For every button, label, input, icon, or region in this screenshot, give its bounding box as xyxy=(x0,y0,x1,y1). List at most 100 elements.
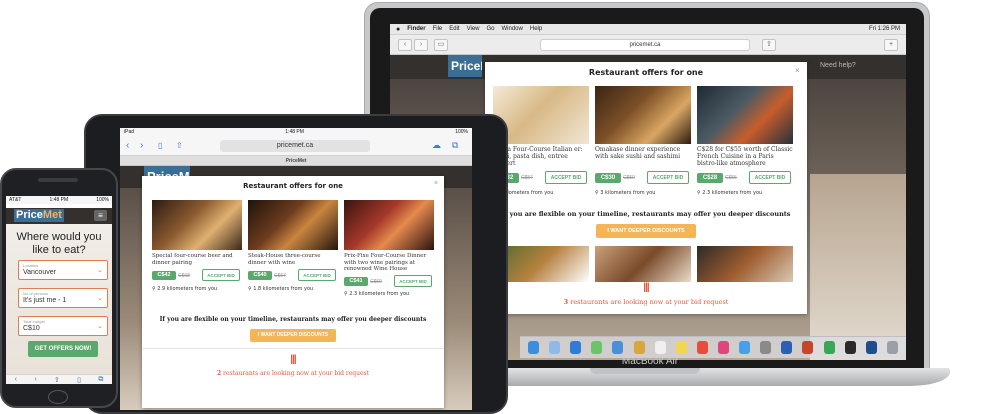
back-icon[interactable]: ‹ xyxy=(398,39,412,51)
contacts-icon[interactable] xyxy=(633,341,645,354)
hamburger-menu-icon[interactable]: ≡ xyxy=(94,210,107,221)
notes-icon[interactable] xyxy=(675,341,687,354)
apple-icon[interactable]: ● xyxy=(396,26,400,33)
forward-icon[interactable]: › xyxy=(34,376,36,383)
need-help-link[interactable]: Need help? xyxy=(820,62,856,69)
back-icon[interactable]: ‹ xyxy=(126,140,129,151)
site-logo[interactable]: PriceMet xyxy=(14,209,64,222)
bookmarks-icon[interactable]: ▯ xyxy=(158,141,162,150)
deeper-discounts-button[interactable]: I WANT DEEPER DISCOUNTS xyxy=(250,329,336,342)
chrome-icon[interactable] xyxy=(823,341,835,354)
budget-field[interactable]: Total budget C$10 ⌄ xyxy=(18,316,108,336)
modal-title: Restaurant offers for one xyxy=(243,182,343,190)
back-icon[interactable]: ‹ xyxy=(15,376,17,383)
offer-price-tag: C$41 xyxy=(344,277,368,286)
music-icon[interactable] xyxy=(718,341,730,354)
safari-bottom-bar: ‹ › ⇧ ▯ ⧉ xyxy=(6,374,112,384)
offer-photo[interactable] xyxy=(595,246,691,282)
offer-distance: ⚲ 3 kilometers from you xyxy=(595,190,656,196)
forward-icon[interactable]: › xyxy=(140,140,143,151)
mail-icon[interactable] xyxy=(612,341,624,354)
photoshop-icon[interactable] xyxy=(865,341,877,354)
offer-description: C$28 for C$55 worth of Classic French Cu… xyxy=(697,146,793,168)
new-tab-icon[interactable]: + xyxy=(884,39,898,51)
offer-distance: ⚲ 2.9 kilometers from you xyxy=(152,286,218,292)
offer-distance: ⚲ 2.3 kilometers from you xyxy=(344,291,410,297)
launchpad-icon[interactable] xyxy=(549,341,561,354)
tabs-icon[interactable]: ⧉ xyxy=(452,140,458,151)
forward-icon[interactable]: › xyxy=(414,39,428,51)
offer-photo[interactable] xyxy=(595,86,691,144)
offers-modal: Restaurant offers for one × l for a Four… xyxy=(485,62,807,314)
deeper-discounts-button[interactable]: I WANT DEEPER DISCOUNTS xyxy=(596,224,696,238)
mac-dock xyxy=(520,336,906,358)
menu-finder[interactable]: Finder xyxy=(407,26,425,32)
location-field[interactable]: Location Vancouver ⌄ xyxy=(18,260,108,280)
offer-photo[interactable] xyxy=(152,200,242,250)
word-icon[interactable] xyxy=(781,341,793,354)
accept-bid-button[interactable]: ACCEPT BID xyxy=(749,171,791,184)
bookmarks-icon[interactable]: ▯ xyxy=(77,376,81,384)
location-pin-icon: ⚲ xyxy=(344,291,348,297)
location-pin-icon: ⚲ xyxy=(248,286,252,292)
menu-edit[interactable]: Edit xyxy=(449,26,459,32)
tab-pricemet[interactable]: PriceMet xyxy=(120,156,472,166)
ipad-safari-toolbar: ‹ › ▯ ⇧ pricemet.ca ☁ ⧉ xyxy=(120,136,472,156)
offer-old-price: C$60 xyxy=(370,279,382,285)
offer-description: Prix-Fixe Four-Course Dinner with two wi… xyxy=(344,253,427,273)
site-logo[interactable]: PriceMet xyxy=(448,55,482,77)
menu-help[interactable]: Help xyxy=(530,26,542,32)
address-bar[interactable]: pricemet.ca xyxy=(220,140,370,152)
cloud-tabs-icon[interactable]: ☁ xyxy=(432,140,441,151)
offers-modal: Restaurant offers for one × Special four… xyxy=(142,176,444,408)
status-battery: 100% xyxy=(455,129,468,135)
home-button[interactable] xyxy=(48,390,68,404)
offer-price-tag: C$40 xyxy=(248,271,272,280)
close-icon[interactable]: × xyxy=(795,66,800,75)
trash-icon[interactable] xyxy=(886,341,898,354)
share-icon[interactable]: ⇧ xyxy=(762,39,776,51)
menu-view[interactable]: View xyxy=(467,26,480,32)
status-time: 1:48 PM xyxy=(285,129,304,135)
persons-field[interactable]: No of persons It's just me - 1 ⌄ xyxy=(18,288,108,308)
close-icon[interactable]: × xyxy=(434,180,438,187)
offer-price-tag: C$42 xyxy=(152,271,176,280)
finder-icon[interactable] xyxy=(528,341,540,354)
offer-old-price: C$68 xyxy=(178,273,190,279)
tabs-icon[interactable]: ⧉ xyxy=(98,376,103,384)
accept-bid-button[interactable]: ACCEPT BID xyxy=(298,269,336,281)
messages-icon[interactable] xyxy=(591,341,603,354)
app-store-icon[interactable] xyxy=(739,341,751,354)
phone-screen: AT&T 1:48 PM 100% PriceMet ≡ Where would… xyxy=(6,196,112,384)
offer-photo[interactable] xyxy=(697,246,793,282)
powerpoint-icon[interactable] xyxy=(802,341,814,354)
ipad-status-bar: iPad 1:48 PM 100% xyxy=(120,128,472,136)
accept-bid-button[interactable]: ACCEPT BID xyxy=(545,171,587,184)
sidebar-icon[interactable]: ▭ xyxy=(434,39,448,51)
calendar-icon[interactable] xyxy=(654,341,666,354)
menu-file[interactable]: File xyxy=(433,26,443,32)
safari-icon[interactable] xyxy=(570,341,582,354)
offer-photo[interactable] xyxy=(697,86,793,144)
accept-bid-button[interactable]: ACCEPT BID xyxy=(202,269,240,281)
phone-status-bar: AT&T 1:48 PM 100% xyxy=(6,196,112,204)
address-bar[interactable]: pricemet.ca xyxy=(540,39,750,51)
status-carrier: AT&T xyxy=(9,197,22,203)
hero-background-right xyxy=(810,174,906,360)
get-offers-button[interactable]: GET OFFERS NOW! xyxy=(28,341,98,357)
offer-price-tag: C$28 xyxy=(697,173,723,183)
offer-description: Special four-course beer and dinner pair… xyxy=(152,253,233,266)
menu-window[interactable]: Window xyxy=(502,26,523,32)
photos-icon[interactable] xyxy=(696,341,708,354)
offer-old-price: C$67 xyxy=(274,273,286,279)
share-icon[interactable]: ⇧ xyxy=(176,141,183,150)
accept-bid-button[interactable]: ACCEPT BID xyxy=(647,171,689,184)
terminal-icon[interactable] xyxy=(844,341,856,354)
accept-bid-button[interactable]: ACCEPT BID xyxy=(394,275,432,287)
offer-photo[interactable] xyxy=(248,200,338,250)
menu-go[interactable]: Go xyxy=(487,26,495,32)
bid-request-status: 3 restaurants are looking now at your bi… xyxy=(563,298,729,306)
offer-photo[interactable] xyxy=(344,200,434,250)
preferences-icon[interactable] xyxy=(760,341,772,354)
share-icon[interactable]: ⇧ xyxy=(54,376,60,384)
